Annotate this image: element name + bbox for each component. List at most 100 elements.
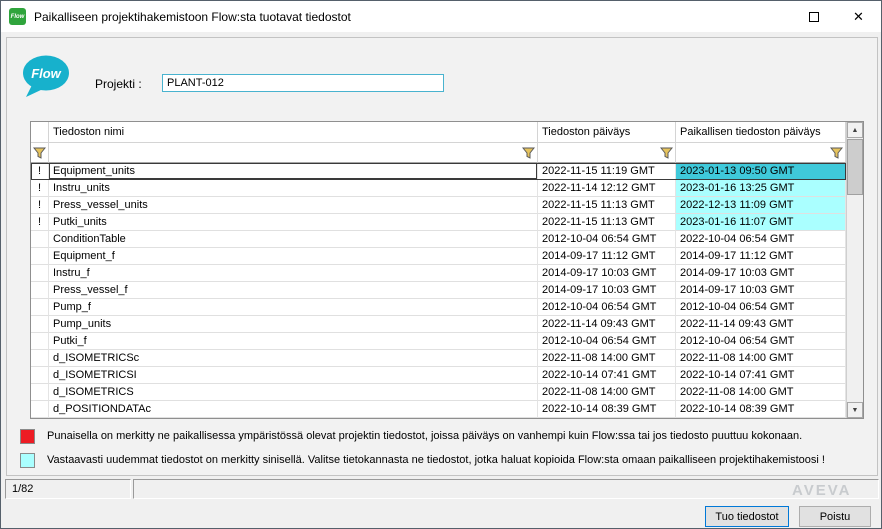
file-date-cell[interactable]: 2022-11-15 11:13 GMT xyxy=(538,214,676,231)
table-row[interactable]: !Putki_units2022-11-15 11:13 GMT2023-01-… xyxy=(31,214,846,231)
scroll-up-button[interactable]: ▲ xyxy=(847,122,863,138)
file-date-cell[interactable]: 2012-10-04 06:54 GMT xyxy=(538,299,676,316)
column-header-date[interactable]: Tiedoston päiväys xyxy=(538,122,676,143)
local-date-cell[interactable]: 2014-09-17 11:12 GMT xyxy=(676,248,846,265)
row-flag[interactable]: ! xyxy=(31,180,49,197)
table-row[interactable]: Putki_f2012-10-04 06:54 GMT2012-10-04 06… xyxy=(31,333,846,350)
file-date-cell[interactable]: 2022-10-14 08:39 GMT xyxy=(538,401,676,418)
row-flag[interactable] xyxy=(31,231,49,248)
file-name-cell[interactable]: Putki_f xyxy=(49,333,538,350)
file-date-cell[interactable]: 2022-11-08 14:00 GMT xyxy=(538,384,676,401)
maximize-button[interactable] xyxy=(791,1,836,32)
local-date-cell[interactable]: 2023-01-16 11:07 GMT xyxy=(676,214,846,231)
table-row[interactable]: Pump_f2012-10-04 06:54 GMT2012-10-04 06:… xyxy=(31,299,846,316)
file-date-cell[interactable]: 2022-11-14 12:12 GMT xyxy=(538,180,676,197)
row-flag[interactable] xyxy=(31,401,49,418)
file-name-cell[interactable]: ConditionTable xyxy=(49,231,538,248)
filter-funnel-icon[interactable] xyxy=(660,147,673,159)
file-name-cell[interactable]: Pump_f xyxy=(49,299,538,316)
file-date-cell[interactable]: 2014-09-17 10:03 GMT xyxy=(538,282,676,299)
filter-cell-date[interactable] xyxy=(538,143,676,163)
local-date-cell[interactable]: 2023-01-13 09:50 GMT xyxy=(676,163,846,180)
table-row[interactable]: !Instru_units2022-11-14 12:12 GMT2023-01… xyxy=(31,180,846,197)
table-row[interactable]: d_POSITIONDATAc2022-10-14 08:39 GMT2022-… xyxy=(31,401,846,418)
file-date-cell[interactable]: 2014-09-17 10:03 GMT xyxy=(538,265,676,282)
local-date-cell[interactable]: 2022-10-04 06:54 GMT xyxy=(676,231,846,248)
file-name-cell[interactable]: Instru_units xyxy=(49,180,538,197)
row-flag[interactable] xyxy=(31,384,49,401)
row-flag[interactable]: ! xyxy=(31,163,49,180)
local-date-cell[interactable]: 2022-10-14 08:39 GMT xyxy=(676,401,846,418)
table-row[interactable]: d_ISOMETRICSc2022-11-08 14:00 GMT2022-11… xyxy=(31,350,846,367)
filter-cell-name[interactable] xyxy=(49,143,538,163)
column-header-name[interactable]: Tiedoston nimi xyxy=(49,122,538,143)
local-date-cell[interactable]: 2022-11-08 14:00 GMT xyxy=(676,350,846,367)
import-files-button[interactable]: Tuo tiedostot xyxy=(705,506,789,527)
filter-cell-flag[interactable] xyxy=(31,143,49,163)
file-name-cell[interactable]: Equipment_f xyxy=(49,248,538,265)
filter-funnel-icon[interactable] xyxy=(33,147,46,159)
filter-cell-local[interactable] xyxy=(676,143,846,163)
file-date-cell[interactable]: 2012-10-04 06:54 GMT xyxy=(538,231,676,248)
scroll-down-button[interactable]: ▼ xyxy=(847,402,863,418)
file-date-cell[interactable]: 2022-11-14 09:43 GMT xyxy=(538,316,676,333)
file-date-cell[interactable]: 2022-11-08 14:00 GMT xyxy=(538,350,676,367)
legend-item-cyan: Vastaavasti uudemmat tiedostot on merkit… xyxy=(20,452,825,468)
column-header-local[interactable]: Paikallisen tiedoston päiväys xyxy=(676,122,846,143)
file-name-cell[interactable]: d_POSITIONDATAc xyxy=(49,401,538,418)
table-row[interactable]: d_ISOMETRICSI2022-10-14 07:41 GMT2022-10… xyxy=(31,367,846,384)
row-flag[interactable]: ! xyxy=(31,214,49,231)
local-date-cell[interactable]: 2012-10-04 06:54 GMT xyxy=(676,299,846,316)
local-date-cell[interactable]: 2012-10-04 06:54 GMT xyxy=(676,333,846,350)
file-name-cell[interactable]: Press_vessel_units xyxy=(49,197,538,214)
table-row[interactable]: d_ISOMETRICS2022-11-08 14:00 GMT2022-11-… xyxy=(31,384,846,401)
local-date-cell[interactable]: 2022-10-14 07:41 GMT xyxy=(676,367,846,384)
local-date-cell[interactable]: 2022-11-14 09:43 GMT xyxy=(676,316,846,333)
row-flag[interactable]: ! xyxy=(31,197,49,214)
local-date-cell[interactable]: 2022-12-13 11:09 GMT xyxy=(676,197,846,214)
table-row[interactable]: Press_vessel_f2014-09-17 10:03 GMT2014-0… xyxy=(31,282,846,299)
row-flag[interactable] xyxy=(31,299,49,316)
row-flag[interactable] xyxy=(31,282,49,299)
filter-funnel-icon[interactable] xyxy=(522,147,535,159)
file-name-cell[interactable]: Equipment_units xyxy=(49,163,538,180)
vertical-scrollbar[interactable]: ▲ ▼ xyxy=(846,122,863,418)
row-flag[interactable] xyxy=(31,350,49,367)
row-flag[interactable] xyxy=(31,316,49,333)
local-date-cell[interactable]: 2022-11-08 14:00 GMT xyxy=(676,384,846,401)
file-name-cell[interactable]: d_ISOMETRICSc xyxy=(49,350,538,367)
file-date-cell[interactable]: 2012-10-04 06:54 GMT xyxy=(538,333,676,350)
exit-button[interactable]: Poistu xyxy=(799,506,871,527)
status-count: 1/82 xyxy=(5,479,131,499)
column-header-flag[interactable] xyxy=(31,122,49,143)
local-date-cell[interactable]: 2023-01-16 13:25 GMT xyxy=(676,180,846,197)
filter-funnel-icon[interactable] xyxy=(830,147,843,159)
table-content: Tiedoston nimi Tiedoston päiväys Paikall… xyxy=(31,122,846,418)
file-date-cell[interactable]: 2014-09-17 11:12 GMT xyxy=(538,248,676,265)
row-flag[interactable] xyxy=(31,248,49,265)
table-row[interactable]: Equipment_f2014-09-17 11:12 GMT2014-09-1… xyxy=(31,248,846,265)
row-flag[interactable] xyxy=(31,265,49,282)
file-name-cell[interactable]: d_ISOMETRICSI xyxy=(49,367,538,384)
file-name-cell[interactable]: Pump_units xyxy=(49,316,538,333)
table-row[interactable]: !Press_vessel_units2022-11-15 11:13 GMT2… xyxy=(31,197,846,214)
local-date-cell[interactable]: 2014-09-17 10:03 GMT xyxy=(676,282,846,299)
file-name-cell[interactable]: Instru_f xyxy=(49,265,538,282)
file-date-cell[interactable]: 2022-11-15 11:13 GMT xyxy=(538,197,676,214)
file-name-cell[interactable]: Putki_units xyxy=(49,214,538,231)
row-flag[interactable] xyxy=(31,333,49,350)
table-row[interactable]: Pump_units2022-11-14 09:43 GMT2022-11-14… xyxy=(31,316,846,333)
project-input[interactable] xyxy=(162,74,444,92)
table-row[interactable]: ConditionTable2012-10-04 06:54 GMT2022-1… xyxy=(31,231,846,248)
local-date-cell[interactable]: 2014-09-17 10:03 GMT xyxy=(676,265,846,282)
table-row[interactable]: Instru_f2014-09-17 10:03 GMT2014-09-17 1… xyxy=(31,265,846,282)
close-button[interactable]: ✕ xyxy=(836,1,881,32)
file-name-cell[interactable]: d_ISOMETRICS xyxy=(49,384,538,401)
file-name-cell[interactable]: Press_vessel_f xyxy=(49,282,538,299)
status-box xyxy=(133,479,879,499)
scroll-thumb[interactable] xyxy=(847,139,863,195)
table-row[interactable]: !Equipment_units2022-11-15 11:19 GMT2023… xyxy=(31,163,846,180)
row-flag[interactable] xyxy=(31,367,49,384)
file-date-cell[interactable]: 2022-10-14 07:41 GMT xyxy=(538,367,676,384)
file-date-cell[interactable]: 2022-11-15 11:19 GMT xyxy=(538,163,676,180)
